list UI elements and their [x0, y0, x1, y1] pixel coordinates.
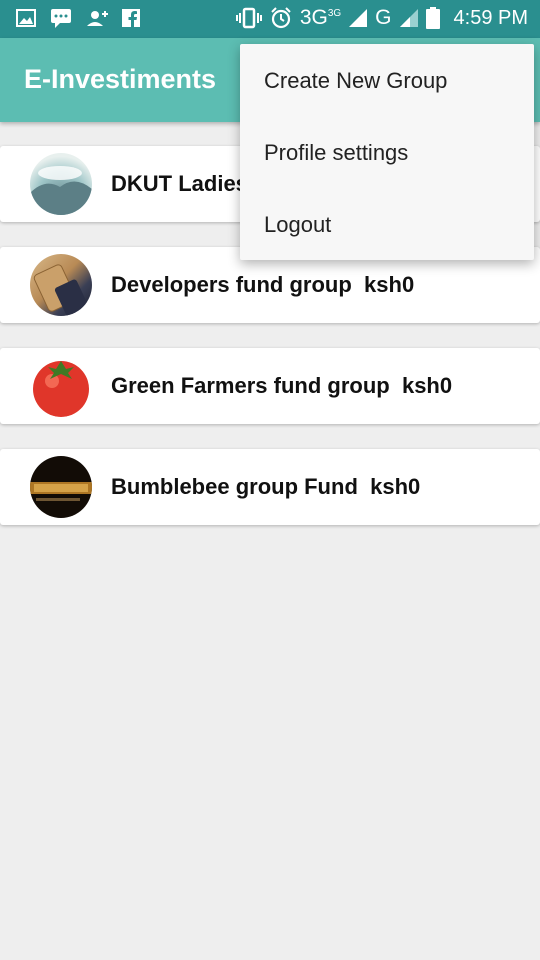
group-name: DKUT Ladies	[111, 171, 248, 196]
group-amount: ksh0	[364, 272, 415, 297]
group-avatar	[30, 153, 92, 215]
signal-weak-icon	[399, 9, 418, 27]
menu-item-create-new-group[interactable]: Create New Group	[264, 68, 447, 94]
group-avatar	[30, 254, 92, 316]
group-card[interactable]: Bumblebee group Fund ksh0	[0, 449, 540, 525]
menu-item-profile-settings[interactable]: Profile settings	[264, 140, 408, 166]
group-avatar	[30, 355, 92, 417]
alarm-icon	[271, 7, 291, 29]
overflow-menu: Create New Group Profile settings Logout	[240, 44, 534, 260]
status-bar: 3G3G G 4:59 PM	[0, 0, 540, 38]
battery-icon	[425, 7, 440, 29]
add-contact-icon	[87, 11, 108, 26]
network-g-label: G	[375, 6, 392, 29]
gallery-icon	[16, 9, 36, 27]
group-amount: ksh0	[401, 373, 453, 398]
clock: 4:59 PM	[453, 6, 528, 29]
group-label: Developers fund group ksh0	[111, 272, 414, 298]
group-label: Bumblebee group Fund ksh0	[111, 474, 420, 500]
message-icon	[51, 9, 71, 28]
group-label: Green Farmers fund group ksh0	[111, 373, 452, 399]
group-avatar	[30, 456, 92, 518]
app-title: E-Investiments	[24, 64, 217, 94]
signal-icon	[349, 9, 368, 27]
group-amount: ksh0	[370, 474, 421, 499]
vibrate-icon	[235, 7, 262, 29]
facebook-icon	[122, 9, 140, 27]
group-name: Bumblebee group Fund	[111, 474, 358, 499]
network-3g-label: 3G3G	[299, 6, 342, 29]
menu-item-logout[interactable]: Logout	[264, 212, 331, 238]
group-name: Green Farmers fund group	[111, 373, 390, 398]
group-card[interactable]: Green Farmers fund group ksh0	[0, 348, 540, 424]
group-label: DKUT Ladies	[111, 171, 260, 197]
group-name: Developers fund group	[111, 272, 352, 297]
